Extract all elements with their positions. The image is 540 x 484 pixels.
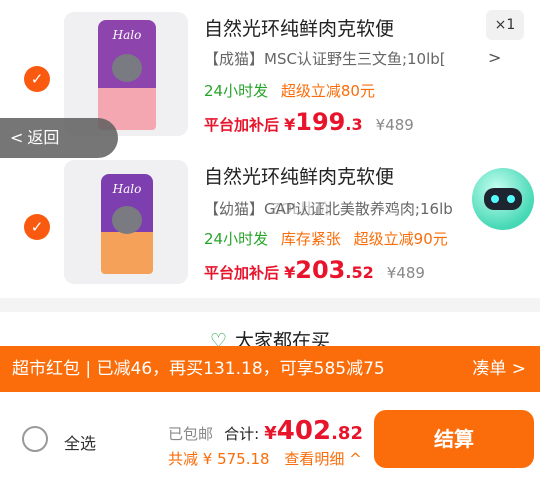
section-gap bbox=[0, 298, 540, 312]
kitten-illustration bbox=[112, 206, 142, 234]
promo-bar[interactable]: 超市红包 | 已减46，再买131.18，可享585减75 凑单 > bbox=[0, 346, 540, 392]
back-button[interactable]: < 返回 bbox=[0, 118, 118, 158]
cart-item-2: ✓ Halo 自然光环纯鲜肉克软便 【幼猫】GAP认证北美散养鸡肉;16lb 2… bbox=[0, 150, 540, 298]
watermark: ZOL比价 bbox=[270, 200, 331, 218]
tag-shipping: 24小时发 bbox=[204, 82, 269, 100]
bag-logo: Halo bbox=[112, 28, 142, 42]
back-label: 返回 bbox=[27, 128, 60, 147]
robot-face bbox=[484, 188, 522, 210]
price-label: 平台加补后 bbox=[204, 264, 280, 282]
checkout-bar: 全选 已包邮 合计: ¥402.82 共减 ¥ 575.18 查看明细 ^ 结算 bbox=[0, 392, 540, 484]
item-1-title[interactable]: 自然光环纯鲜肉克软便 bbox=[204, 14, 394, 41]
product-bag-image: Halo bbox=[98, 20, 156, 130]
item-2-tags: 24小时发 库存紧张 超级立减90元 bbox=[204, 228, 456, 249]
item-1-price-row: 平台加补后 ¥199.3 ¥489 bbox=[204, 108, 414, 136]
price-label: 平台加补后 bbox=[204, 116, 280, 134]
tag-shipping: 24小时发 bbox=[204, 230, 269, 248]
item-1-quantity[interactable]: ×1 bbox=[486, 10, 524, 40]
saving-row: 共减 ¥ 575.18 查看明细 ^ bbox=[168, 448, 362, 469]
price-currency: ¥ bbox=[284, 115, 296, 134]
total-integer: 402 bbox=[276, 416, 332, 446]
tag-discount: 超级立减90元 bbox=[353, 230, 448, 248]
item-2-checkbox[interactable]: ✓ bbox=[24, 214, 50, 240]
details-toggle[interactable]: 查看明细 ^ bbox=[284, 450, 361, 468]
select-all-checkbox[interactable] bbox=[22, 426, 48, 452]
tag-discount: 超级立减80元 bbox=[280, 82, 375, 100]
price-decimal: .3 bbox=[345, 115, 363, 134]
price-integer: 203 bbox=[295, 256, 346, 284]
price-decimal: .52 bbox=[345, 263, 374, 282]
chevron-right-icon: > bbox=[511, 359, 526, 379]
original-price: ¥489 bbox=[375, 116, 414, 134]
total-row: 已包邮 合计: ¥402.82 bbox=[168, 416, 363, 446]
price-integer: 199 bbox=[295, 108, 346, 136]
chevron-up-icon: ^ bbox=[349, 450, 362, 468]
bag-logo: Halo bbox=[112, 182, 142, 196]
checkout-button[interactable]: 结算 bbox=[374, 410, 534, 468]
cat-illustration bbox=[112, 54, 142, 82]
select-all-label[interactable]: 全选 bbox=[64, 430, 96, 454]
total-label: 合计: bbox=[224, 425, 260, 443]
total-currency: ¥ bbox=[264, 423, 277, 444]
item-1-tags: 24小时发 超级立减80元 bbox=[204, 80, 383, 101]
item-1-spec[interactable]: 【成猫】MSC认证野生三文鱼;10lb[ bbox=[204, 48, 446, 69]
original-price: ¥489 bbox=[386, 264, 425, 282]
item-2-title[interactable]: 自然光环纯鲜肉克软便 bbox=[204, 162, 394, 189]
add-on-label: 凑单 bbox=[472, 359, 507, 379]
add-on-button[interactable]: 凑单 > bbox=[472, 346, 526, 392]
promo-text: 超市红包 | 已减46，再买131.18，可享585减75 bbox=[12, 359, 385, 379]
item-1-checkbox[interactable]: ✓ bbox=[24, 66, 50, 92]
saving-amount: 共减 ¥ 575.18 bbox=[168, 450, 270, 468]
chevron-left-icon: < bbox=[10, 128, 24, 147]
free-shipping-label: 已包邮 bbox=[168, 425, 214, 443]
total-decimal: .82 bbox=[331, 423, 363, 444]
robot-eye bbox=[491, 195, 499, 203]
item-2-price-row: 平台加补后 ¥203.52 ¥489 bbox=[204, 256, 425, 284]
cart-page: ✓ Halo 自然光环纯鲜肉克软便 ×1 【成猫】MSC认证野生三文鱼;10lb… bbox=[0, 0, 540, 484]
assistant-robot-icon[interactable] bbox=[472, 168, 534, 230]
item-2-image[interactable]: Halo bbox=[64, 160, 188, 284]
details-label: 查看明细 bbox=[284, 450, 345, 468]
robot-eye bbox=[507, 195, 515, 203]
price-currency: ¥ bbox=[284, 263, 296, 282]
chevron-right-icon[interactable]: > bbox=[488, 48, 501, 67]
tag-stock: 库存紧张 bbox=[280, 230, 341, 248]
product-bag-image: Halo bbox=[101, 174, 153, 274]
